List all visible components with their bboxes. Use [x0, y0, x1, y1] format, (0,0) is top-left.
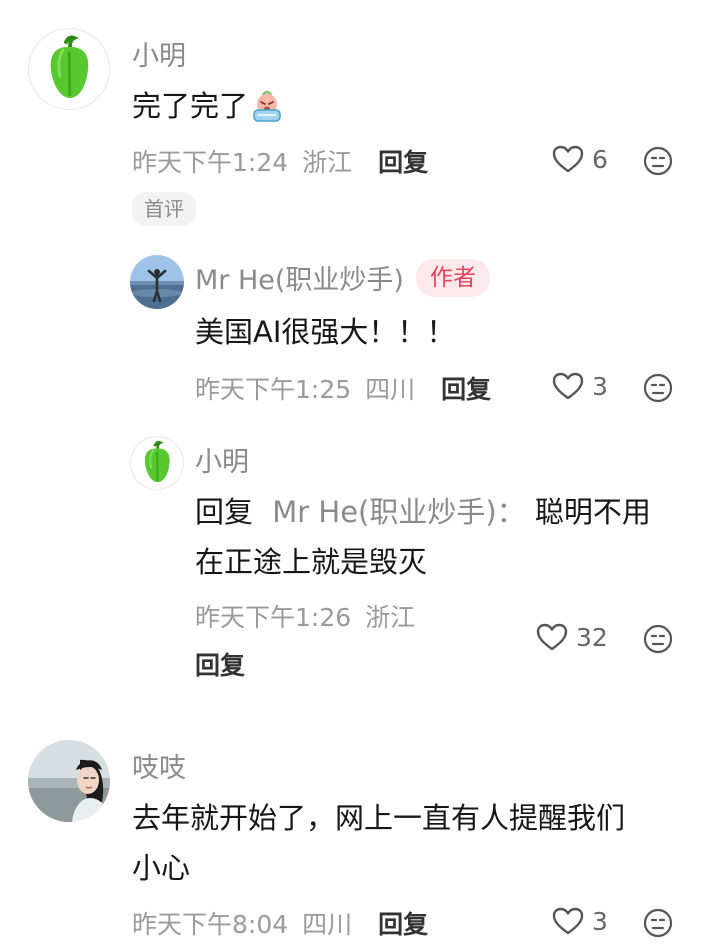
reply-text: 聪明不用 — [534, 495, 651, 529]
comment-time: 昨天下午8:04 — [132, 910, 289, 939]
reply-time: 昨天下午1:25 — [195, 375, 352, 404]
heart-icon — [552, 372, 584, 400]
heart-icon — [552, 145, 584, 173]
avatar[interactable] — [130, 436, 184, 490]
man-by-sea-photo — [130, 255, 184, 309]
username[interactable]: 小明 — [132, 34, 186, 73]
avatar[interactable] — [130, 255, 184, 309]
reply-button[interactable]: 回复 — [195, 646, 245, 682]
username[interactable]: Mr He(职业炒手) — [195, 258, 404, 297]
like-button[interactable]: 6 — [552, 144, 608, 174]
avatar[interactable] — [28, 28, 110, 110]
author-badge: 作者 — [415, 258, 490, 297]
reply-location: 四川 — [365, 375, 416, 404]
dislike-face-icon[interactable] — [643, 146, 673, 176]
like-count: 32 — [576, 622, 608, 652]
avatar[interactable] — [28, 740, 110, 822]
like-button[interactable]: 3 — [552, 906, 608, 936]
comment-text-line2: 小心 — [132, 851, 191, 885]
comment-location: 四川 — [302, 910, 353, 939]
reply-header: Mr He(职业炒手) 作者 — [195, 258, 490, 297]
username[interactable]: 小明 — [195, 440, 249, 479]
green-pepper-icon — [50, 35, 89, 98]
reply-text: 美国AI很强大！！！ — [195, 315, 456, 349]
comment-location: 浙江 — [302, 148, 353, 177]
comment-meta: 昨天下午1:24 浙江 回复 — [132, 143, 428, 179]
comment-text-line1: 去年就开始了，网上一直有人提醒我们 — [132, 801, 626, 835]
dislike-face-icon[interactable] — [643, 624, 673, 654]
reply-text-line2: 在正途上就是毁灭 — [195, 545, 428, 579]
first-comment-badge: 首评 — [132, 192, 196, 226]
reply-meta: 昨天下午1:26 浙江 — [195, 598, 415, 634]
like-button[interactable]: 3 — [552, 371, 608, 401]
like-button[interactable]: 32 — [536, 622, 608, 652]
reply-meta: 昨天下午1:25 四川 回复 — [195, 370, 491, 406]
green-pepper-icon — [144, 440, 170, 483]
like-count: 3 — [592, 906, 608, 936]
comment-meta: 昨天下午8:04 四川 回复 — [132, 905, 428, 941]
crying-baby-emoji — [250, 89, 284, 123]
heart-icon — [552, 907, 584, 935]
woman-portrait-photo — [28, 740, 110, 822]
username[interactable]: 吱吱 — [132, 746, 186, 785]
reply-button[interactable]: 回复 — [378, 910, 428, 939]
reply-button[interactable]: 回复 — [378, 148, 428, 177]
reply-button[interactable]: 回复 — [441, 375, 491, 404]
comment-text: 完了完了 — [132, 89, 249, 123]
dislike-face-icon[interactable] — [643, 908, 673, 938]
comment-time: 昨天下午1:24 — [132, 148, 289, 177]
comment-text-row: 完了完了 — [132, 80, 284, 132]
reply-prefix: 回复 — [195, 495, 254, 529]
like-count: 6 — [592, 144, 608, 174]
reply-location: 浙江 — [365, 603, 416, 632]
reply-target[interactable]: Mr He(职业炒手)： — [272, 495, 525, 529]
heart-icon — [536, 623, 568, 651]
reply-text-line1: 回复 Mr He(职业炒手)： 聪明不用 — [195, 486, 651, 538]
like-count: 3 — [592, 371, 608, 401]
reply-time: 昨天下午1:26 — [195, 603, 352, 632]
dislike-face-icon[interactable] — [643, 373, 673, 403]
